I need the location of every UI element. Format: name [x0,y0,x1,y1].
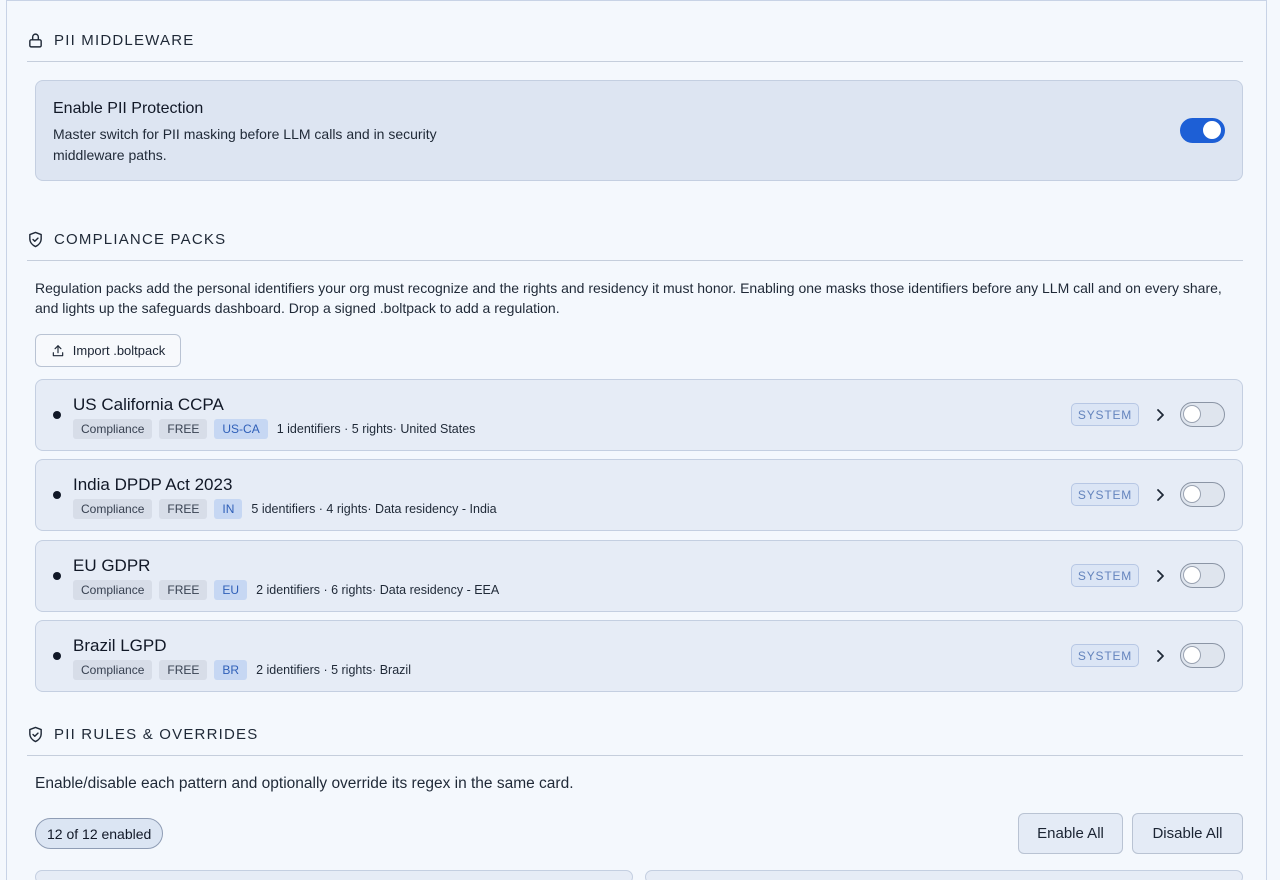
rules-description: Enable/disable each pattern and optional… [35,775,574,792]
pack-card-in[interactable]: India DPDP Act 2023 Compliance FREE IN 5… [35,459,1243,531]
pack-tags: Compliance FREE BR 2 identifiers · 5 rig… [73,660,411,680]
pack-toggle[interactable] [1180,563,1225,588]
pack-toggle[interactable] [1180,643,1225,668]
toggle-knob [1183,646,1201,664]
pii-middleware-header: PII MIDDLEWARE [27,32,1243,62]
chevron-right-icon[interactable] [1154,408,1166,422]
pack-name: EU GDPR [73,556,151,575]
shield-check-icon [29,726,42,743]
status-dot [53,572,61,580]
pack-tags: Compliance FREE EU 2 identifiers · 6 rig… [73,580,499,600]
region-tag: BR [214,660,248,680]
pack-name: India DPDP Act 2023 [73,475,233,494]
status-dot [53,652,61,660]
pack-meta: 5 identifiers · 4 rights· Data residency… [251,502,497,516]
status-dot [53,411,61,419]
tier-tag: FREE [159,660,208,680]
pack-meta: 2 identifiers · 6 rights· Data residency… [256,583,500,597]
shield-check-icon [29,231,42,248]
type-tag: Compliance [73,419,153,439]
pack-name: US California CCPA [73,395,224,414]
system-badge: SYSTEM [1071,403,1139,426]
pack-meta: 1 identifiers · 5 rights· United States [276,422,476,436]
region-tag: US-CA [214,419,268,439]
import-boltpack-label: Import .boltpack [72,343,166,358]
pack-toggle[interactable] [1180,402,1225,427]
region-tag: EU [214,580,248,600]
pack-card-eu[interactable]: EU GDPR Compliance FREE EU 2 identifiers… [35,540,1243,612]
system-badge: SYSTEM [1071,644,1139,667]
type-tag: Compliance [73,580,153,600]
upload-icon [52,344,64,356]
system-badge: SYSTEM [1071,564,1139,587]
section-title: PII RULES & OVERRIDES [54,726,259,743]
pack-tags: Compliance FREE IN 5 identifiers · 4 rig… [73,499,497,519]
type-tag: Compliance [73,499,153,519]
pii-protection-title: Enable PII Protection [53,100,204,117]
chevron-right-icon[interactable] [1154,488,1166,502]
pack-toggle[interactable] [1180,482,1225,507]
lock-icon [29,33,42,48]
system-badge: SYSTEM [1071,483,1139,506]
pack-name: Brazil LGPD [73,636,167,655]
rule-card[interactable] [645,870,1243,880]
pack-meta: 2 identifiers · 5 rights· Brazil [256,663,411,677]
pii-protection-description: Master switch for PII masking before LLM… [53,126,437,163]
pii-protection-card: Enable PII Protection Master switch for … [35,80,1243,181]
toggle-knob [1183,566,1201,584]
compliance-intro: Regulation packs add the personal identi… [35,280,1222,316]
pack-tags: Compliance FREE US-CA 1 identifiers · 5 … [73,419,475,439]
toggle-knob [1203,121,1221,139]
rule-card[interactable] [35,870,633,880]
section-title: PII MIDDLEWARE [54,32,195,49]
tier-tag: FREE [159,499,208,519]
tier-tag: FREE [159,580,208,600]
enabled-count-badge: 12 of 12 enabled [35,818,164,849]
pack-card-br[interactable]: Brazil LGPD Compliance FREE BR 2 identif… [35,620,1243,692]
pii-rules-header: PII RULES & OVERRIDES [27,726,1243,756]
tier-tag: FREE [159,419,208,439]
region-tag: IN [214,499,243,519]
chevron-right-icon[interactable] [1154,569,1166,583]
enable-all-button[interactable]: Enable All [1018,813,1123,854]
status-dot [53,491,61,499]
chevron-right-icon[interactable] [1154,649,1166,663]
disable-all-button[interactable]: Disable All [1132,813,1243,854]
type-tag: Compliance [73,660,153,680]
pii-protection-toggle[interactable] [1180,118,1225,143]
toggle-knob [1183,405,1201,423]
section-title: COMPLIANCE PACKS [54,231,227,248]
import-boltpack-button[interactable]: Import .boltpack [35,334,181,367]
toggle-knob [1183,485,1201,503]
pack-card-us-ca[interactable]: US California CCPA Compliance FREE US-CA… [35,379,1243,451]
compliance-packs-header: COMPLIANCE PACKS [27,231,1243,261]
